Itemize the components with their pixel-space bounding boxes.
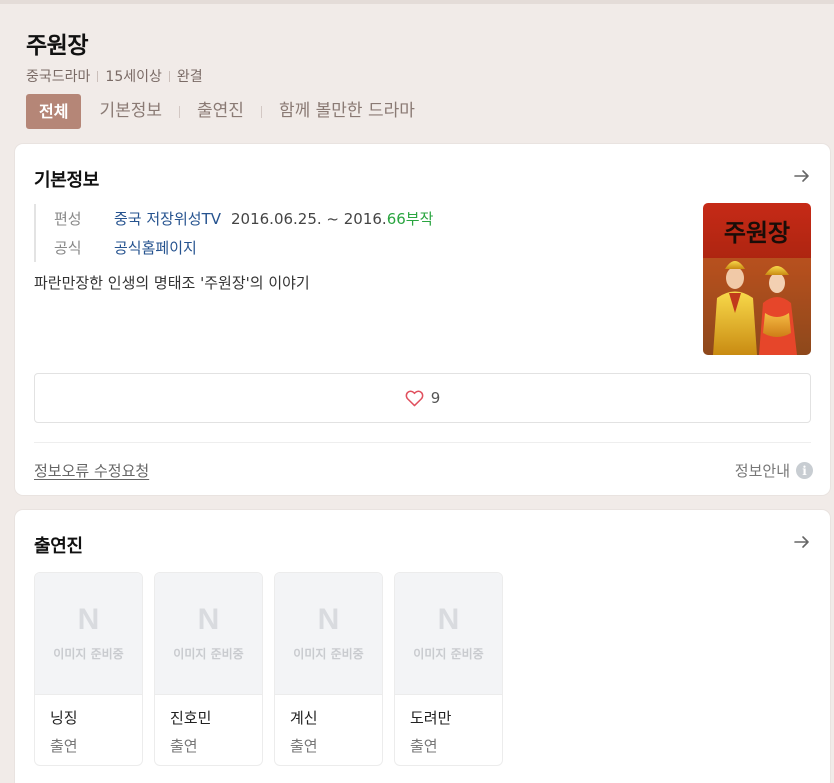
official-label: 공식 — [54, 239, 82, 257]
placeholder-text: 이미지 준비중 — [53, 647, 124, 661]
tab-basic-info[interactable]: 기본정보 — [99, 94, 162, 129]
cast-card: 출연진 N 이미지 준비중 닝징 출연 N 이미지 준비중 진호민 출연 N 이… — [15, 510, 830, 783]
cast-name: 도려만 — [410, 709, 452, 727]
episode-count: 66부작 — [386, 210, 434, 228]
cast-photo-placeholder: N 이미지 준비중 — [155, 573, 262, 695]
cast-member-card[interactable]: N 이미지 준비중 닝징 출연 — [34, 572, 143, 766]
basic-info-title: 기본정보 — [34, 170, 100, 191]
info-row-official: 공식 공식홈페이지 — [54, 233, 433, 262]
cast-photo-placeholder: N 이미지 준비중 — [395, 573, 502, 695]
arrow-right-icon[interactable] — [792, 532, 812, 552]
cast-list: N 이미지 준비중 닝징 출연 N 이미지 준비중 진호민 출연 N 이미지 준… — [34, 572, 503, 766]
cast-photo-placeholder: N 이미지 준비중 — [275, 573, 382, 695]
meta-divider — [97, 70, 99, 82]
meta-info: 중국드라마 15세이상 완결 — [26, 66, 203, 86]
tab-bar: 전체 기본정보 출연진 함께 볼만한 드라마 — [26, 94, 415, 129]
info-row-broadcast: 편성 중국 저장위성TV 2016.06.25. ~ 2016. 66부작 — [54, 204, 433, 233]
placeholder-text: 이미지 준비중 — [413, 647, 484, 661]
heart-icon — [405, 389, 424, 406]
cast-role: 출연 — [410, 737, 438, 755]
tab-divider — [260, 105, 262, 118]
cast-member-card[interactable]: N 이미지 준비중 계신 출연 — [274, 572, 383, 766]
like-count: 9 — [430, 389, 441, 407]
page-title: 주원장 — [26, 33, 88, 59]
placeholder-text: 이미지 준비중 — [173, 647, 244, 661]
info-list: 편성 중국 저장위성TV 2016.06.25. ~ 2016. 66부작 공식… — [34, 204, 433, 262]
tab-cast[interactable]: 출연진 — [197, 94, 244, 129]
naver-logo-icon: N — [317, 603, 340, 636]
report-error-link[interactable]: 정보오류 수정요청 — [34, 460, 149, 481]
meta-genre: 중국드라마 — [26, 69, 91, 85]
cast-role: 출연 — [170, 737, 198, 755]
divider — [34, 442, 811, 443]
placeholder-text: 이미지 준비중 — [293, 647, 364, 661]
cast-title: 출연진 — [34, 536, 83, 557]
info-guide-button[interactable]: 정보안내 i — [735, 460, 813, 481]
broadcast-date: 2016.06.25. ~ 2016. — [231, 209, 387, 228]
official-homepage-link[interactable]: 공식홈페이지 — [114, 237, 197, 258]
poster-title: 주원장 — [724, 218, 790, 247]
naver-logo-icon: N — [197, 603, 220, 636]
broadcaster-link[interactable]: 중국 저장위성TV — [114, 208, 221, 229]
basic-info-card: 기본정보 편성 중국 저장위성TV 2016.06.25. ~ 2016. 66… — [15, 144, 830, 495]
cast-name: 계신 — [290, 709, 318, 727]
drama-poster[interactable]: 주원장 — [703, 203, 811, 355]
cast-name: 진호민 — [170, 709, 212, 727]
info-icon: i — [796, 462, 813, 479]
info-guide-label: 정보안내 — [734, 462, 790, 480]
tab-related-dramas[interactable]: 함께 볼만한 드라마 — [279, 94, 415, 129]
header: 주원장 중국드라마 15세이상 완결 전체 기본정보 출연진 함께 볼만한 드라… — [0, 4, 834, 140]
naver-logo-icon: N — [437, 603, 460, 636]
tab-divider — [179, 105, 181, 118]
cast-role: 출연 — [290, 737, 318, 755]
cast-member-card[interactable]: N 이미지 준비중 진호민 출연 — [154, 572, 263, 766]
cast-photo-placeholder: N 이미지 준비중 — [35, 573, 142, 695]
tab-all[interactable]: 전체 — [26, 94, 82, 129]
cast-role: 출연 — [50, 737, 78, 755]
cast-name: 닝징 — [50, 709, 78, 727]
meta-status: 완결 — [176, 69, 203, 85]
meta-divider — [168, 70, 170, 82]
naver-logo-icon: N — [77, 603, 100, 636]
like-button[interactable]: 9 — [34, 373, 811, 423]
synopsis: 파란만장한 인생의 명태조 '주원장'의 이야기 — [34, 274, 310, 292]
arrow-right-icon[interactable] — [792, 166, 812, 186]
cast-member-card[interactable]: N 이미지 준비중 도려만 출연 — [394, 572, 503, 766]
meta-rating: 15세이상 — [105, 69, 162, 85]
broadcast-label: 편성 — [54, 210, 82, 228]
